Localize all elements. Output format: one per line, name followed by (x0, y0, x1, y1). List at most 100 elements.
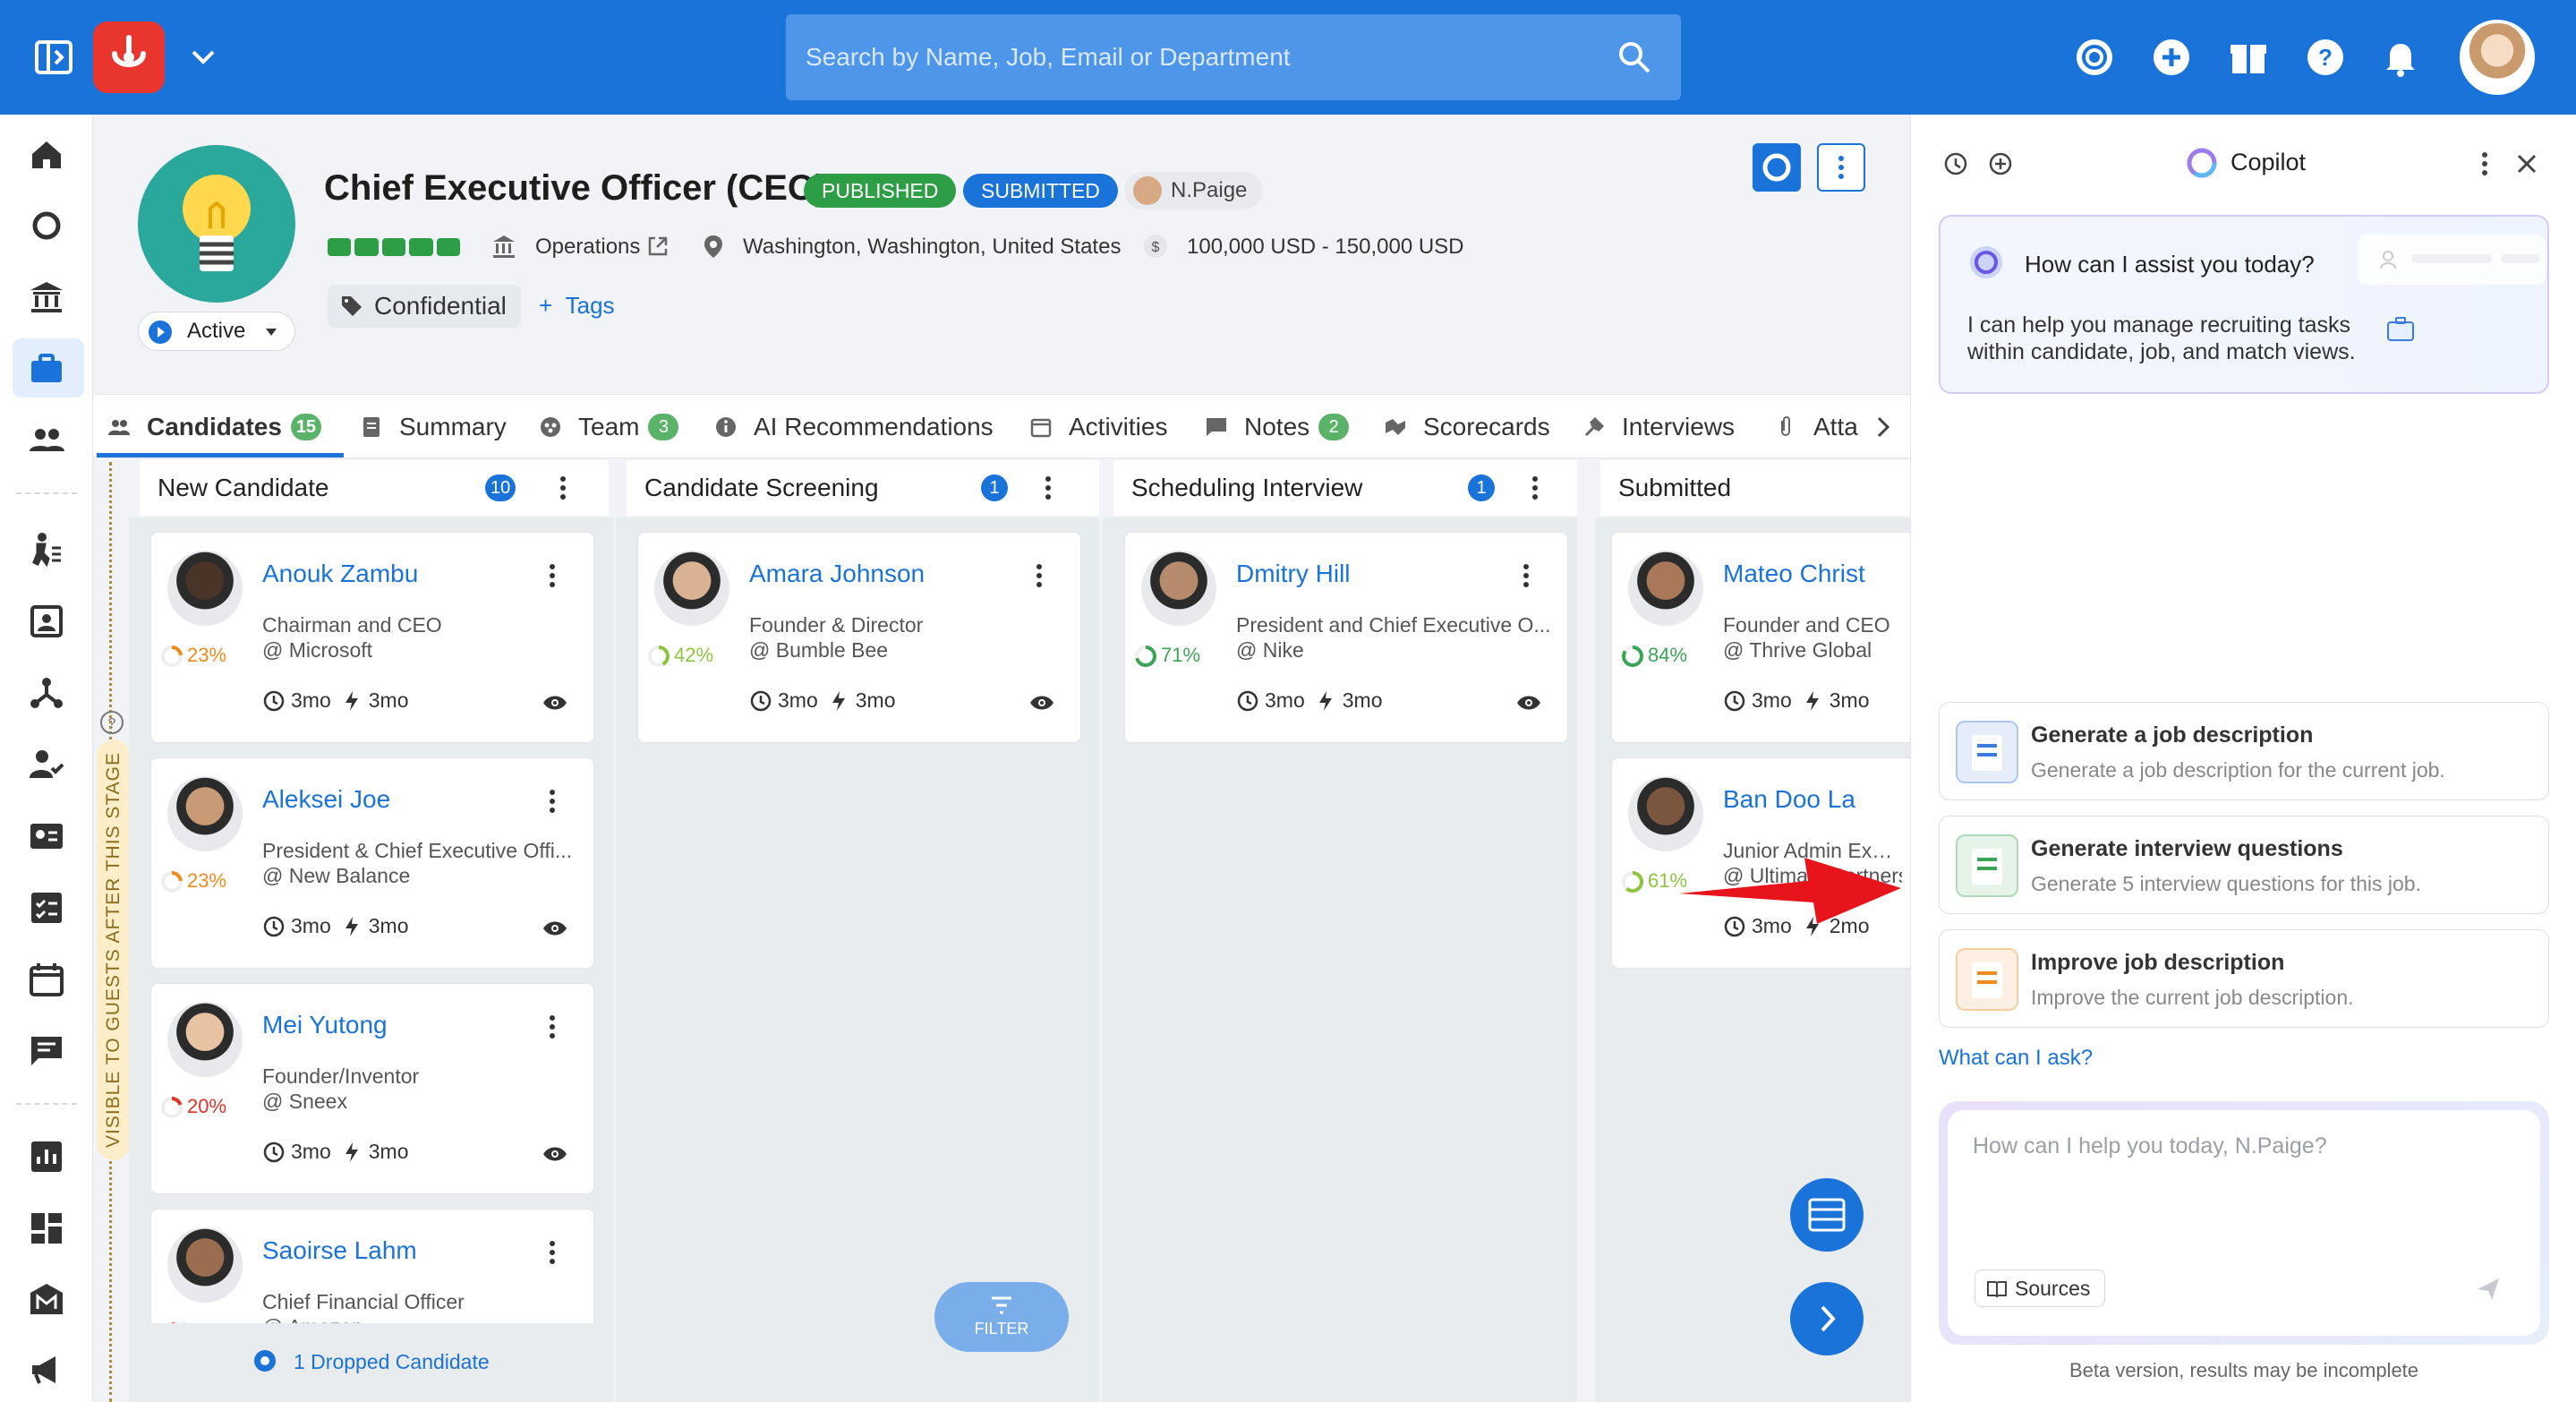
add-tags-button[interactable]: + Tags (539, 292, 615, 320)
view-toggle-button[interactable] (1790, 1178, 1864, 1252)
eye-icon[interactable] (542, 1145, 568, 1163)
candidate-run-icon[interactable] (27, 530, 66, 569)
new-chat-icon[interactable] (1987, 150, 2014, 177)
candidate-name[interactable]: Anouk Zambu (262, 560, 418, 588)
column-menu-icon[interactable] (559, 474, 567, 501)
candidate-avatar[interactable] (1628, 551, 1703, 626)
gift-icon[interactable] (2222, 30, 2275, 84)
jobs-briefcase-icon[interactable] (27, 349, 66, 389)
candidate-card[interactable]: Dmitry Hill President and Chief Executive… (1124, 532, 1568, 743)
dashboard-icon[interactable] (27, 1209, 66, 1248)
candidate-name[interactable]: Amara Johnson (749, 560, 925, 588)
dropped-candidates-link[interactable]: 1 Dropped Candidate (294, 1350, 490, 1374)
candidate-avatar[interactable] (167, 1002, 243, 1077)
search-input[interactable]: Search by Name, Job, Email or Department (786, 14, 1681, 100)
id-card-icon[interactable] (27, 816, 66, 856)
tab-activities[interactable]: Activities (1029, 395, 1167, 459)
home-icon[interactable] (27, 134, 66, 174)
tab-interviews[interactable]: Interviews (1582, 395, 1735, 459)
candidate-card[interactable]: Amara Johnson Founder & Director @ Bumble … (637, 532, 1081, 743)
job-more-button[interactable] (1817, 143, 1865, 192)
tab-team[interactable]: Team 3 (539, 395, 679, 459)
chat-icon[interactable] (27, 1031, 66, 1071)
sidebar-toggle-icon[interactable] (34, 38, 73, 77)
people-icon[interactable] (27, 421, 66, 460)
candidate-name[interactable]: Aleksei Joe (262, 785, 390, 814)
candidate-avatar[interactable] (1141, 551, 1216, 626)
calendar-icon[interactable] (27, 960, 66, 999)
user-avatar[interactable] (2460, 20, 2535, 95)
copilot-suggestion[interactable]: Improve job description Improve the curre… (1939, 929, 2549, 1028)
copilot-input[interactable] (1973, 1133, 2510, 1159)
card-menu-icon[interactable] (1036, 563, 1043, 588)
card-menu-icon[interactable] (549, 563, 556, 588)
candidate-name[interactable]: Mei Yutong (262, 1011, 388, 1039)
tab-notes[interactable]: Notes 2 (1205, 395, 1350, 459)
candidate-card[interactable]: Saoirse LahmChief Financial Officer@ Ama… (150, 1209, 594, 1344)
history-icon[interactable] (1942, 150, 1969, 177)
help-icon[interactable]: ? (2299, 30, 2352, 84)
tab-scorecards[interactable]: Scorecards (1384, 395, 1550, 459)
tab-candidates[interactable]: Candidates 15 (107, 395, 321, 459)
card-menu-icon[interactable] (549, 1240, 556, 1265)
send-icon[interactable] (2474, 1275, 2503, 1304)
card-menu-icon[interactable] (549, 1014, 556, 1039)
copilot-more-icon[interactable] (2478, 150, 2492, 177)
eye-icon[interactable] (1028, 694, 1055, 712)
app-logo[interactable] (93, 21, 165, 93)
owner-chip[interactable]: N.Paige (1124, 172, 1264, 209)
chevron-down-icon[interactable] (190, 47, 217, 68)
svg-text:?: ? (2318, 44, 2333, 71)
bell-icon[interactable] (2374, 30, 2427, 84)
tabs-scroll-right-icon[interactable] (1871, 415, 1896, 440)
tab-attachments[interactable]: Atta (1774, 395, 1881, 459)
candidate-card[interactable]: Aleksei Joe President & Chief Executive O… (150, 757, 594, 969)
sources-button[interactable]: Sources (1975, 1269, 2106, 1307)
eye-icon[interactable] (542, 919, 568, 937)
candidate-avatar[interactable] (167, 776, 243, 851)
card-menu-icon[interactable] (1523, 563, 1530, 588)
eye-icon[interactable] (1515, 694, 1542, 712)
candidate-name[interactable]: Ban Doo La (1723, 785, 1855, 814)
candidate-name[interactable]: Mateo Christ (1723, 560, 1865, 588)
copilot-nav-icon[interactable] (27, 206, 66, 245)
job-copilot-button[interactable] (1753, 143, 1801, 192)
candidate-avatar[interactable] (654, 551, 729, 626)
add-icon[interactable] (2145, 30, 2198, 84)
column-menu-icon[interactable] (1531, 474, 1540, 501)
candidate-name[interactable]: Saoirse Lahm (262, 1236, 417, 1265)
contact-card-icon[interactable] (27, 602, 66, 641)
copilot-icon[interactable] (2068, 30, 2121, 84)
column-menu-icon[interactable] (1044, 474, 1053, 501)
what-can-i-ask-link[interactable]: What can I ask? (1939, 1046, 2093, 1071)
tab-summary[interactable]: Summary (360, 395, 507, 459)
filter-button[interactable]: FILTER (934, 1282, 1069, 1352)
candidate-card[interactable]: Mei Yutong Founder/Inventor @ Sneex 20% 3mo 3… (150, 983, 594, 1194)
copilot-suggestion[interactable]: Generate a job description Generate a job… (1939, 702, 2549, 800)
eye-icon[interactable] (542, 694, 568, 712)
reports-icon[interactable] (27, 1137, 66, 1176)
bank-icon[interactable] (27, 278, 66, 317)
scroll-right-button[interactable] (1790, 1282, 1864, 1355)
close-icon[interactable] (2515, 152, 2538, 175)
search-icon[interactable] (1616, 39, 1652, 75)
help-circle-icon[interactable]: ? (98, 709, 125, 736)
copilot-suggestion[interactable]: Generate interview questions Generate 5 i… (1939, 816, 2549, 914)
candidate-card[interactable]: Mateo Christ Founder and CEO @ Thrive Glob… (1611, 532, 1915, 743)
institution-icon[interactable] (27, 1280, 66, 1320)
person-check-icon[interactable] (27, 745, 66, 784)
tab-ai-recommendations[interactable]: AI Recommendations (714, 395, 994, 459)
megaphone-icon[interactable] (27, 1350, 66, 1389)
book-icon (1987, 1281, 2007, 1298)
card-menu-icon[interactable] (549, 789, 556, 814)
candidate-card[interactable]: Anouk Zambu Chairman and CEO @ Microsoft 23… (150, 532, 594, 743)
candidate-avatar[interactable] (167, 1227, 243, 1303)
candidate-avatar[interactable] (167, 551, 243, 626)
checklist-icon[interactable] (27, 888, 66, 928)
label-tag-chip[interactable]: Confidential (328, 285, 521, 328)
candidate-name[interactable]: Dmitry Hill (1236, 560, 1351, 588)
status-dropdown[interactable]: Active (138, 312, 295, 351)
hierarchy-icon[interactable] (27, 673, 66, 713)
external-link-icon[interactable] (646, 235, 670, 258)
candidate-avatar[interactable] (1628, 776, 1703, 851)
